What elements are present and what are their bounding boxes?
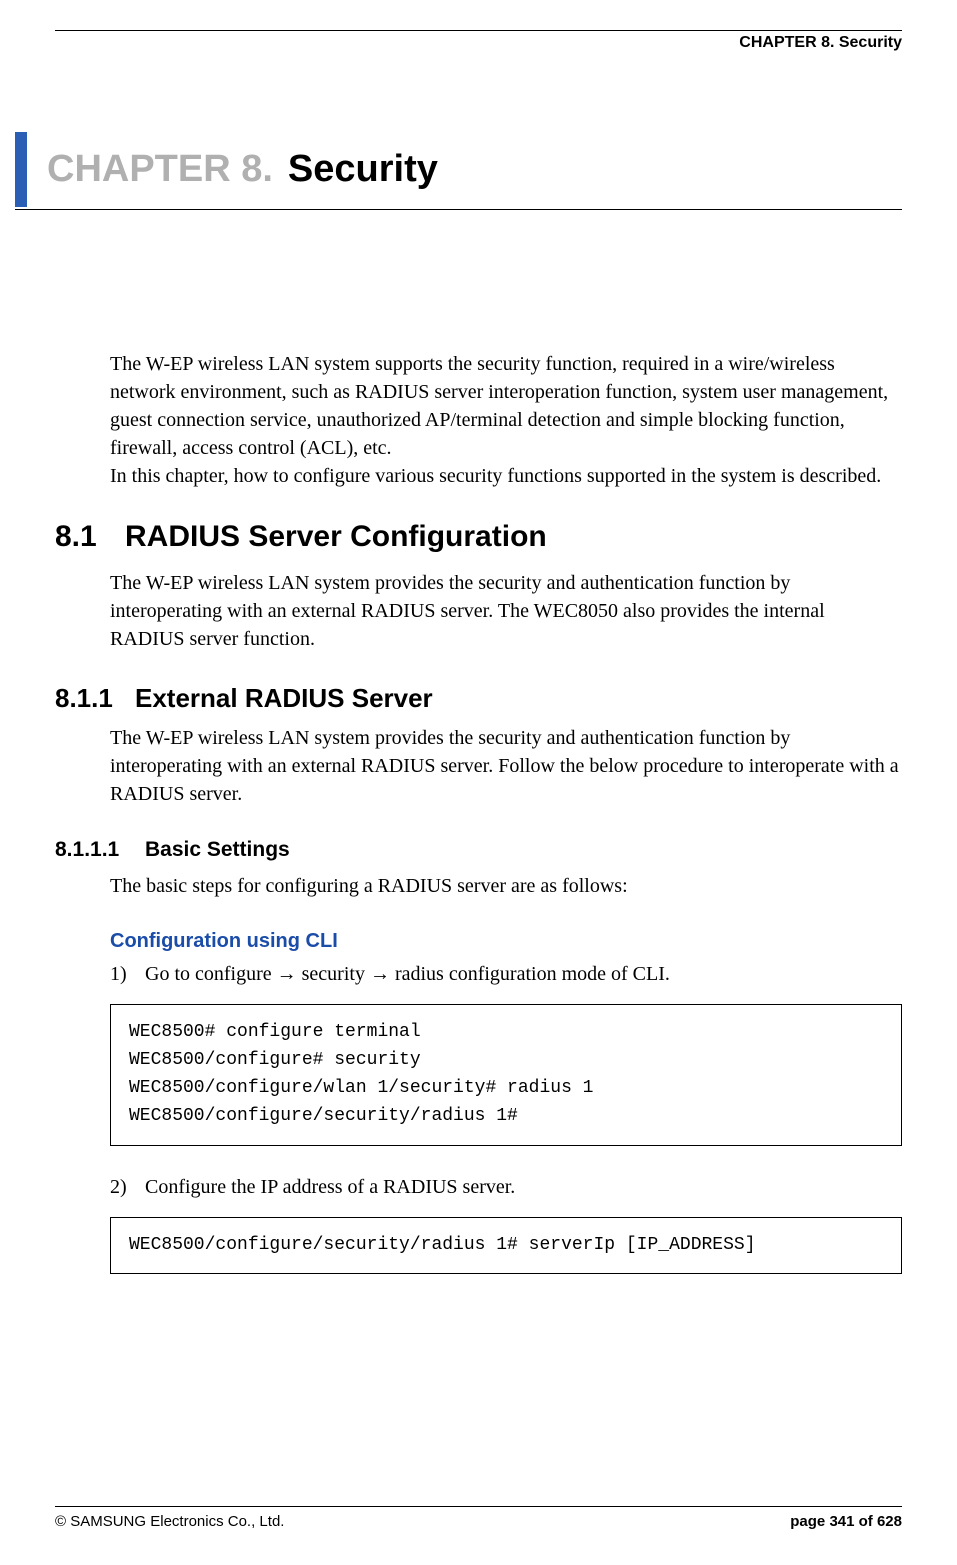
footer: © SAMSUNG Electronics Co., Ltd. page 341… <box>55 1506 902 1530</box>
arrow-icon: → <box>277 963 297 985</box>
step-text-post: radius configuration mode of CLI. <box>390 963 670 985</box>
step-text-mid: security <box>297 963 370 985</box>
running-header: CHAPTER 8. Security <box>55 34 902 52</box>
chapter-prefix: CHAPTER 8. <box>47 148 273 191</box>
chapter-accent-bar <box>15 132 27 207</box>
step-text-pre: Go to configure <box>145 963 277 985</box>
step-2: 2) Configure the IP address of a RADIUS … <box>110 1176 902 1199</box>
section-8-1-1-1-heading: 8.1.1.1 Basic Settings <box>55 838 902 862</box>
footer-row: © SAMSUNG Electronics Co., Ltd. page 341… <box>55 1513 902 1530</box>
footer-copyright: © SAMSUNG Electronics Co., Ltd. <box>55 1513 284 1530</box>
intro-paragraph: The W-EP wireless LAN system supports th… <box>110 350 902 490</box>
page: CHAPTER 8. Security CHAPTER 8. Security … <box>0 0 957 1565</box>
footer-line <box>55 1506 902 1507</box>
step-number: 2) <box>110 1176 140 1199</box>
step-1: 1) Go to configure → security → radius c… <box>110 963 902 986</box>
code-block-1: WEC8500# configure terminal WEC8500/conf… <box>110 1004 902 1146</box>
chapter-title-container: CHAPTER 8. Security <box>15 132 902 210</box>
code-block-2: WEC8500/configure/security/radius 1# ser… <box>110 1217 902 1275</box>
footer-page-number: page 341 of 628 <box>790 1513 902 1530</box>
section-8-1-heading: 8.1 RADIUS Server Configuration <box>55 520 902 554</box>
section-number: 8.1 <box>55 520 125 554</box>
section-8-1-1-1-body: The basic steps for configuring a RADIUS… <box>110 872 902 900</box>
chapter-name: Security <box>288 148 438 191</box>
cli-heading: Configuration using CLI <box>110 930 902 953</box>
section-title: Basic Settings <box>145 838 290 862</box>
step-number: 1) <box>110 963 140 986</box>
section-number: 8.1.1 <box>55 683 135 714</box>
arrow-icon: → <box>370 963 390 985</box>
section-title: RADIUS Server Configuration <box>125 520 547 554</box>
section-8-1-body: The W-EP wireless LAN system provides th… <box>110 569 902 653</box>
step-text: Configure the IP address of a RADIUS ser… <box>145 1176 515 1198</box>
section-8-1-1-body: The W-EP wireless LAN system provides th… <box>110 724 902 808</box>
section-title: External RADIUS Server <box>135 683 433 714</box>
section-8-1-1-heading: 8.1.1 External RADIUS Server <box>55 683 902 714</box>
section-number: 8.1.1.1 <box>55 838 145 862</box>
header-line <box>55 30 902 31</box>
